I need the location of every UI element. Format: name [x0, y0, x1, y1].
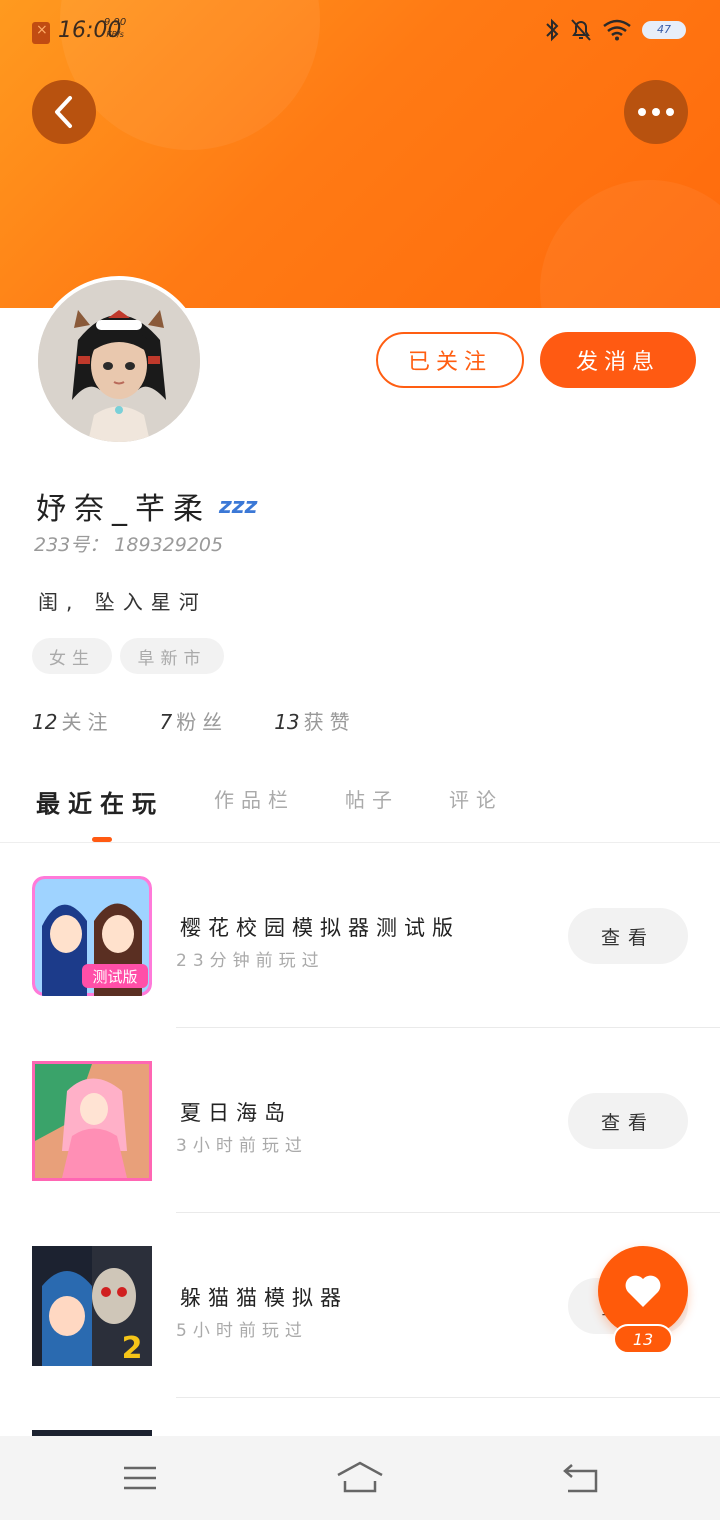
heart-icon [625, 1275, 661, 1307]
divider [0, 842, 720, 843]
divider [176, 1212, 720, 1213]
home-icon [337, 1461, 383, 1493]
chevron-left-icon [55, 96, 72, 128]
menu-icon [124, 1466, 156, 1490]
like-button[interactable] [598, 1246, 688, 1336]
more-dots-icon [638, 108, 674, 116]
game-icon: 测试版 [32, 876, 152, 996]
tag-city: 阜新市 [120, 638, 224, 674]
stat-likes-label: 获赞 [303, 710, 356, 734]
last-played-time: 5小时前玩过 [176, 1321, 308, 1341]
tab-posts[interactable]: 帖子 [345, 784, 399, 819]
tab-works[interactable]: 作品栏 [214, 784, 295, 819]
wifi-icon [603, 19, 631, 41]
like-count: 13 [613, 1324, 673, 1354]
game-title: 夏日海岛 [180, 1101, 292, 1125]
send-message-button[interactable]: 发消息 [540, 332, 696, 388]
back-button[interactable] [32, 80, 96, 144]
back-arrow-icon [563, 1464, 598, 1493]
no-sim-icon [32, 22, 50, 44]
profile-stats: 12 关注 7 粉丝 13 获赞 [32, 706, 356, 735]
bluetooth-icon [546, 18, 559, 42]
stat-likes[interactable]: 13 获赞 [274, 706, 355, 735]
stat-fans[interactable]: 7 粉丝 [159, 706, 228, 735]
username-text: 妤奈_芊柔 [36, 492, 211, 527]
profile-tabs: 最近在玩 作品栏 帖子 评论 [36, 784, 553, 819]
more-options-button[interactable] [624, 80, 688, 144]
view-button[interactable]: 查看 [568, 908, 688, 964]
status-icons: 47 [544, 18, 686, 42]
bell-muted-icon [571, 19, 591, 41]
last-played-time: 23分钟前玩过 [176, 951, 325, 971]
stat-following-count: 12 [32, 710, 58, 734]
battery-indicator: 47 [642, 21, 686, 39]
tab-comments[interactable]: 评论 [449, 784, 503, 819]
user-id: 233号： 189329205 [34, 534, 224, 556]
game-icon-badge: 2 [122, 1331, 143, 1366]
game-icon: 2 [32, 1246, 152, 1366]
system-navigation-bar [0, 1436, 720, 1520]
stat-fans-label: 粉丝 [176, 710, 229, 734]
list-item[interactable]: 夏日海岛 3小时前玩过 查看 [0, 1029, 720, 1214]
tag-gender: 女生 [32, 638, 112, 674]
home-button[interactable] [336, 1458, 384, 1498]
game-icon [32, 1061, 152, 1181]
divider [176, 1397, 720, 1398]
status-bar: 16:00 9.90 KB/s 47 [0, 0, 720, 64]
network-speed-unit: KB/s [106, 30, 124, 39]
tab-recently-played[interactable]: 最近在玩 [36, 784, 164, 819]
back-nav-button[interactable] [556, 1458, 604, 1498]
menu-button[interactable] [116, 1458, 164, 1498]
game-title: 躲猫猫模拟器 [180, 1286, 348, 1310]
view-button[interactable]: 查看 [568, 1093, 688, 1149]
stat-following-label: 关注 [61, 710, 114, 734]
stat-following[interactable]: 12 关注 [32, 706, 113, 735]
username: 妤奈_芊柔 zzz [36, 484, 257, 528]
user-bio: 闺, 坠入星河 [38, 590, 207, 614]
stat-fans-count: 7 [159, 710, 173, 734]
divider [176, 1027, 720, 1028]
last-played-time: 3小时前玩过 [176, 1136, 308, 1156]
header-decoration [540, 180, 720, 308]
sleeping-zzz-icon: zzz [219, 493, 258, 519]
network-speed-value: 9.90 [104, 17, 127, 28]
game-title: 樱花校园模拟器测试版 [180, 916, 460, 940]
game-icon-badge: 测试版 [92, 968, 137, 986]
stat-likes-count: 13 [274, 710, 300, 734]
followed-button[interactable]: 已关注 [376, 332, 524, 388]
avatar[interactable] [34, 276, 204, 446]
list-item[interactable]: 测试版 樱花校园模拟器测试版 23分钟前玩过 查看 [0, 844, 720, 1029]
avatar-illustration [38, 280, 200, 442]
network-speed: 9.90 KB/s [104, 17, 126, 41]
